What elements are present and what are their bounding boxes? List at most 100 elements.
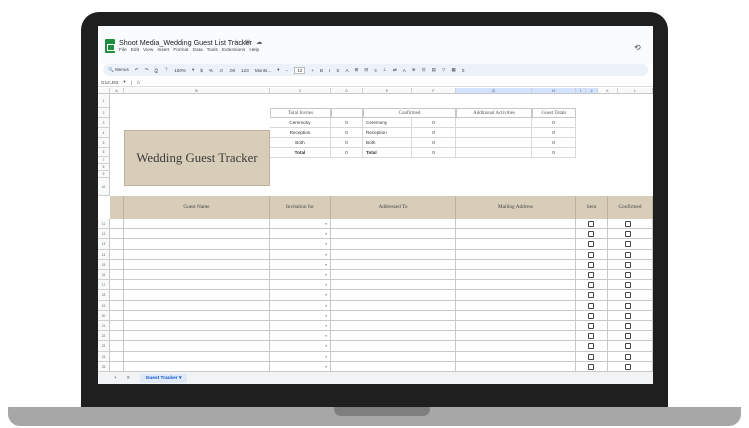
addressed-to-cell[interactable] [331,300,456,311]
row-header-23[interactable]: 23 [98,341,110,352]
toolbar-item-7[interactable]: % [209,68,213,73]
guest-name-cell[interactable] [124,351,270,362]
dropdown-arrow-icon[interactable]: ▾ [325,263,327,267]
toolbar-item-21[interactable]: ⊟ [364,67,368,73]
addressed-to-cell[interactable] [331,259,456,270]
confirmed-checkbox[interactable] [625,333,631,340]
toolbar-item-1[interactable]: ↷ [145,67,149,73]
sheet-tab-guest-tracker[interactable]: Guest Tracker ▾ [139,373,188,383]
row-header-24[interactable]: 24 [98,351,110,362]
invitation-for-dropdown[interactable]: ▾ [270,280,331,291]
mailing-address-cell[interactable] [456,219,576,230]
search-menus-button[interactable]: 🔍 Menus [108,67,129,73]
toolbar-item-20[interactable]: ⊞ [355,67,359,73]
mailing-address-cell[interactable] [456,310,576,321]
toolbar-item-4[interactable]: 100% [174,68,186,73]
sent-checkbox[interactable] [588,282,594,289]
invitation-for-dropdown[interactable]: ▾ [270,331,331,342]
column-header-e[interactable]: E [363,88,412,94]
sent-checkbox[interactable] [588,261,594,268]
row-header-3[interactable]: 3 [98,118,110,128]
mailing-address-cell[interactable] [456,239,576,250]
sent-checkbox[interactable] [588,251,594,258]
guest-name-cell[interactable] [124,290,270,301]
sent-checkbox[interactable] [588,292,594,299]
invitation-for-dropdown[interactable]: ▾ [270,300,331,311]
dropdown-arrow-icon[interactable]: ▾ [325,293,327,297]
row-header-11[interactable]: 11 [98,219,110,230]
addressed-to-cell[interactable] [331,219,456,230]
sent-checkbox[interactable] [588,302,594,309]
confirmed-checkbox[interactable] [625,312,631,319]
toolbar-item-29[interactable]: ▽ [442,67,446,73]
toolbar-item-25[interactable]: A [403,68,406,73]
sent-checkbox[interactable] [588,241,594,248]
row-header-17[interactable]: 17 [98,280,110,291]
toolbar-item-27[interactable]: ⊡ [422,67,426,73]
toolbar-item-12[interactable]: ▾ [277,67,279,73]
menu-view[interactable]: View [143,48,153,53]
invitation-for-dropdown[interactable]: ▾ [270,361,331,372]
row-header-20[interactable]: 20 [98,310,110,321]
dropdown-arrow-icon[interactable]: ▾ [325,283,327,287]
additional-cell-0[interactable] [456,118,532,128]
sent-checkbox[interactable] [588,312,594,319]
row-header-25[interactable]: 25 [98,361,110,372]
mailing-address-cell[interactable] [456,351,576,362]
row-header-4[interactable]: 4 [98,128,110,138]
toolbar-item-6[interactable]: $ [200,68,203,73]
sent-checkbox[interactable] [588,363,594,370]
invitation-for-dropdown[interactable]: ▾ [270,351,331,362]
addressed-to-cell[interactable] [331,341,456,352]
addressed-to-cell[interactable] [331,229,456,240]
mailing-address-cell[interactable] [456,300,576,311]
row-header-22[interactable]: 22 [98,331,110,342]
toolbar-item-16[interactable]: B [320,68,323,73]
column-header-k[interactable]: K [598,88,618,94]
addressed-to-cell[interactable] [331,290,456,301]
toolbar-item-0[interactable]: ↶ [135,67,139,73]
menu-help[interactable]: Help [249,48,259,53]
confirmed-checkbox[interactable] [625,231,631,238]
additional-cell-3[interactable] [456,148,532,158]
invitation-for-dropdown[interactable]: ▾ [270,219,331,230]
menu-format[interactable]: Format [173,48,188,53]
addressed-to-cell[interactable] [331,361,456,372]
confirmed-checkbox[interactable] [625,241,631,248]
addressed-to-cell[interactable] [331,321,456,332]
dropdown-arrow-icon[interactable]: ▾ [325,253,327,257]
dropdown-arrow-icon[interactable]: ▾ [325,344,327,348]
dropdown-arrow-icon[interactable]: ▾ [325,365,327,369]
guest-name-cell[interactable] [124,219,270,230]
column-header-b[interactable]: B [124,88,270,94]
invitation-for-dropdown[interactable]: ▾ [270,270,331,281]
confirmed-checkbox[interactable] [625,251,631,258]
guest-name-cell[interactable] [124,249,270,260]
confirmed-checkbox[interactable] [625,292,631,299]
toolbar-item-9[interactable]: .00 [229,68,235,73]
guest-name-cell[interactable] [124,280,270,291]
invitation-for-dropdown[interactable]: ▾ [270,239,331,250]
column-header-f[interactable]: F [412,88,456,94]
dropdown-arrow-icon[interactable]: ▾ [325,314,327,318]
column-header-d[interactable]: D [331,88,363,94]
addressed-to-cell[interactable] [331,239,456,250]
sheets-logo-icon[interactable] [105,39,115,53]
mailing-address-cell[interactable] [456,290,576,301]
additional-cell-1[interactable] [456,128,532,138]
guest-name-cell[interactable] [124,331,270,342]
invitation-for-dropdown[interactable]: ▾ [270,259,331,270]
confirmed-checkbox[interactable] [625,221,631,227]
addressed-to-cell[interactable] [331,351,456,362]
toolbar-item-11[interactable]: Monts... [255,68,271,73]
dropdown-arrow-icon[interactable]: ▾ [325,355,327,359]
mailing-address-cell[interactable] [456,259,576,270]
column-header-i[interactable]: I [576,88,586,94]
sent-checkbox[interactable] [588,323,594,329]
all-sheets-button[interactable]: ≡ [127,376,130,381]
addressed-to-cell[interactable] [331,270,456,281]
addressed-to-cell[interactable] [331,280,456,291]
toolbar-item-15[interactable]: + [311,68,314,73]
document-title[interactable]: Shoot Media_Wedding Guest List Tracker [119,38,252,47]
column-header-c[interactable]: C [270,88,331,94]
